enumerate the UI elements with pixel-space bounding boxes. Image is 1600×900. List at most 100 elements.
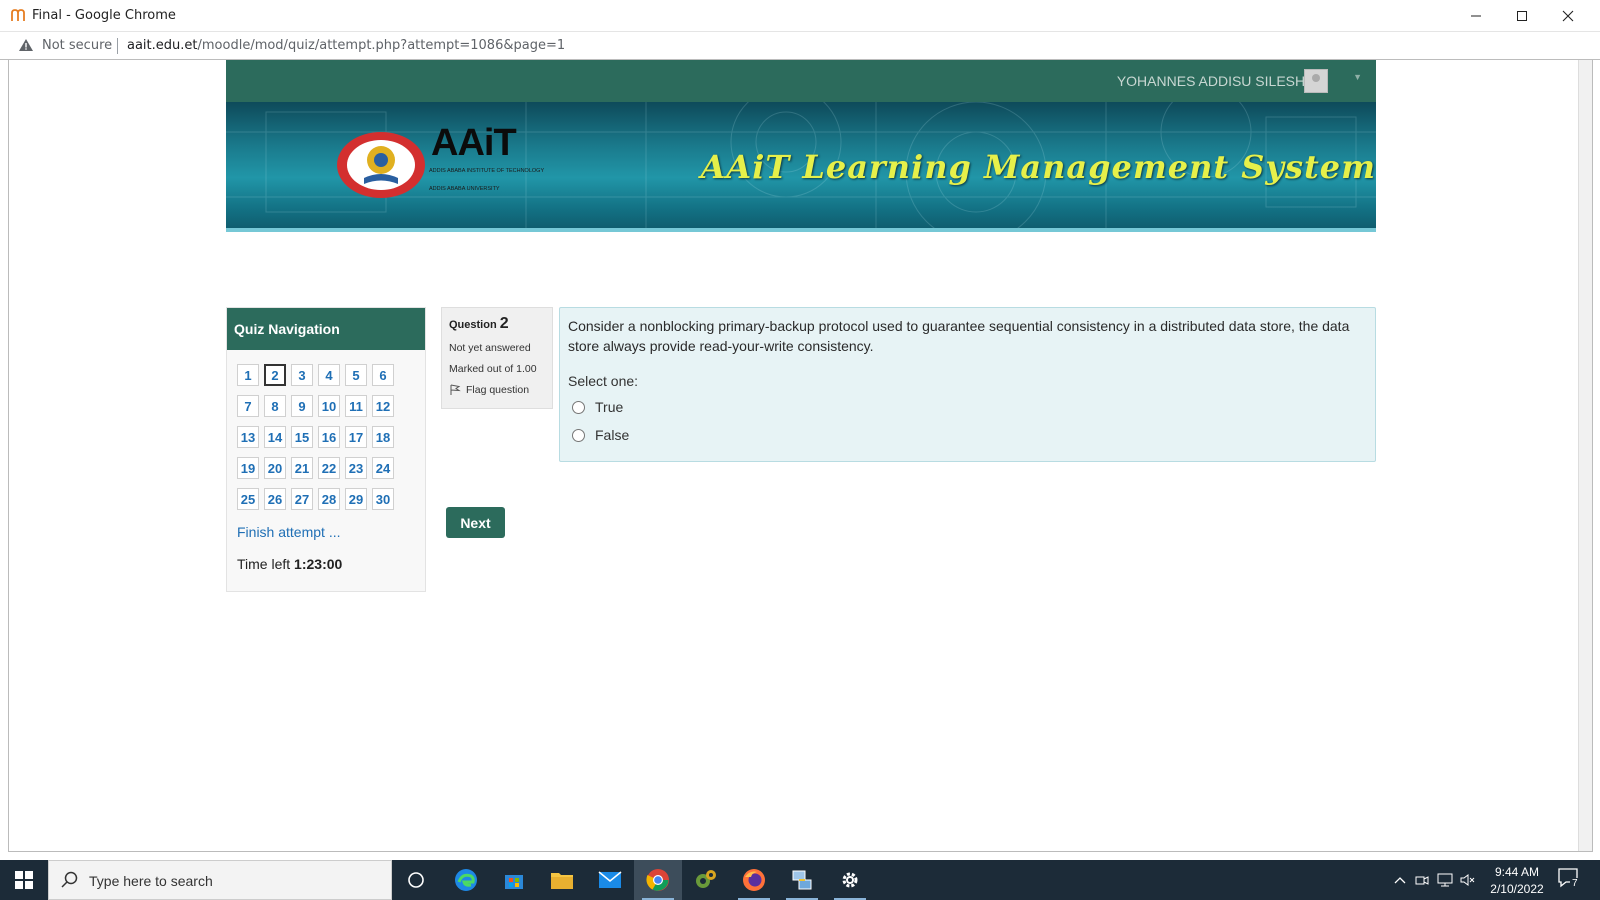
question-number: Question 2	[449, 315, 545, 333]
quiz-nav-button[interactable]: 28	[318, 488, 340, 510]
windows-taskbar: Type here to search 9:44 AM 2/10/2022 7	[0, 860, 1600, 900]
browser-title-bar: Final - Google Chrome	[0, 0, 1600, 32]
taskbar-file-explorer[interactable]	[538, 860, 586, 900]
quiz-nav-button[interactable]: 14	[264, 426, 286, 448]
taskbar-clock[interactable]: 9:44 AM 2/10/2022	[1478, 864, 1556, 898]
taskbar-chrome[interactable]	[634, 860, 682, 900]
maximize-icon	[1517, 11, 1527, 21]
quiz-nav-button[interactable]: 7	[237, 395, 259, 417]
avatar[interactable]	[1304, 69, 1328, 93]
question-button-grid: 1 2 3 4 5 6 7 8 9 10 11 12 13 14 15 16 17 18 19 20 21 22 23 24 2…	[237, 364, 394, 510]
taskbar-app-gears[interactable]	[682, 860, 730, 900]
chevron-down-icon[interactable]: ▼	[1353, 72, 1362, 82]
volume-tray[interactable]	[1458, 860, 1478, 900]
close-window-button[interactable]	[1545, 0, 1591, 32]
taskbar-edge[interactable]	[442, 860, 490, 900]
minimize-button[interactable]	[1453, 0, 1499, 32]
taskbar-search-box[interactable]: Type here to search	[48, 860, 392, 900]
moodle-favicon-icon	[11, 9, 25, 21]
quiz-nav-button[interactable]: 30	[372, 488, 394, 510]
quiz-nav-button[interactable]: 11	[345, 395, 367, 417]
quiz-nav-button[interactable]: 19	[237, 457, 259, 479]
minimize-icon	[1471, 15, 1481, 17]
quiz-nav-button[interactable]: 21	[291, 457, 313, 479]
vertical-scrollbar[interactable]	[1578, 60, 1592, 851]
quiz-nav-button[interactable]: 1	[237, 364, 259, 386]
edge-browser-icon	[455, 869, 477, 891]
quiz-nav-button[interactable]: 24	[372, 457, 394, 479]
quiz-nav-button[interactable]: 25	[237, 488, 259, 510]
quiz-nav-button[interactable]: 29	[345, 488, 367, 510]
quiz-nav-button[interactable]: 17	[345, 426, 367, 448]
taskbar-network-app[interactable]	[778, 860, 826, 900]
quiz-nav-button[interactable]: 5	[345, 364, 367, 386]
quiz-nav-button[interactable]: 4	[318, 364, 340, 386]
volume-muted-icon	[1460, 874, 1475, 886]
quiz-nav-button[interactable]: 22	[318, 457, 340, 479]
flag-icon	[450, 384, 461, 395]
radio-false[interactable]	[572, 428, 585, 442]
clock-date: 2/10/2022	[1490, 882, 1544, 896]
taskbar-store[interactable]	[490, 860, 538, 900]
taskbar-settings[interactable]	[826, 860, 874, 900]
site-banner: AAiT ADDIS ABABA INSTITUTE OF TECHNOLOGY…	[226, 102, 1376, 232]
next-page-button[interactable]: Next	[446, 507, 505, 538]
folder-icon	[551, 873, 573, 889]
radio-true[interactable]	[572, 400, 585, 414]
quiz-nav-button[interactable]: 12	[372, 395, 394, 417]
address-bar[interactable]: Not secure aait.edu.et/moodle/mod/quiz/a…	[0, 32, 1600, 60]
taskbar-mail[interactable]	[586, 860, 634, 900]
quiz-nav-button[interactable]: 6	[372, 364, 394, 386]
flag-question-toggle[interactable]: Flag question	[449, 384, 545, 396]
quiz-nav-button[interactable]: 10	[318, 395, 340, 417]
store-icon	[505, 875, 523, 889]
mail-icon	[598, 871, 622, 888]
url-text[interactable]: aait.edu.et/moodle/mod/quiz/attempt.php?…	[127, 38, 565, 53]
quiz-nav-button[interactable]: 2	[264, 364, 286, 386]
meet-now-tray[interactable]	[1412, 860, 1432, 900]
network-icon	[1437, 873, 1453, 887]
gear-icon	[842, 872, 858, 888]
question-state: Not yet answered	[449, 342, 531, 354]
chevron-up-icon	[1394, 877, 1406, 884]
windows-logo-icon	[15, 871, 33, 889]
quiz-navigation-block: Quiz Navigation 1 2 3 4 5 6 7 8 9 10 11 12 13 14 15 16 1…	[226, 307, 426, 592]
show-hidden-icons-button[interactable]	[1390, 860, 1410, 900]
quiz-nav-button[interactable]: 20	[264, 457, 286, 479]
address-separator	[117, 38, 118, 54]
question-number-value: 2	[499, 315, 509, 332]
question-info: Question 2 Not yet answered Marked out o…	[441, 307, 553, 409]
flag-question-label: Flag question	[466, 384, 530, 396]
security-label[interactable]: Not secure	[42, 38, 112, 53]
answer-label-true[interactable]: True	[595, 399, 623, 415]
quiz-nav-button[interactable]: 18	[372, 426, 394, 448]
moodle-navbar: YOHANNES ADDISU SILESHI ▼	[226, 60, 1376, 102]
quiz-nav-button[interactable]: 27	[291, 488, 313, 510]
quiz-nav-button[interactable]: 26	[264, 488, 286, 510]
aait-seal-logo	[337, 132, 425, 198]
quiz-nav-button[interactable]: 23	[345, 457, 367, 479]
maximize-button[interactable]	[1499, 0, 1545, 32]
brand-subtitle: ADDIS ABABA INSTITUTE OF TECHNOLOGY	[429, 168, 545, 174]
finish-attempt-link[interactable]: Finish attempt ...	[237, 524, 340, 540]
quiz-nav-button[interactable]: 9	[291, 395, 313, 417]
task-view-button[interactable]	[392, 860, 440, 900]
warning-icon[interactable]	[18, 38, 34, 52]
action-center-button[interactable]: 7	[1558, 868, 1584, 892]
page-viewport: YOHANNES ADDISU SILESHI ▼ AAiT ADDIS ABA…	[8, 60, 1593, 852]
start-button[interactable]	[0, 860, 48, 900]
question-grade: Marked out of 1.00	[449, 363, 537, 375]
quiz-nav-button[interactable]: 8	[264, 395, 286, 417]
clock-time: 9:44 AM	[1494, 865, 1540, 879]
taskbar-firefox[interactable]	[730, 860, 778, 900]
answer-option-false[interactable]: False	[568, 425, 1367, 445]
network-tray[interactable]	[1434, 860, 1456, 900]
gears-app-icon	[696, 870, 716, 888]
quiz-nav-button[interactable]: 13	[237, 426, 259, 448]
quiz-nav-button[interactable]: 15	[291, 426, 313, 448]
answer-option-true[interactable]: True	[568, 397, 1367, 417]
quiz-nav-button[interactable]: 3	[291, 364, 313, 386]
quiz-nav-button[interactable]: 16	[318, 426, 340, 448]
answer-label-false[interactable]: False	[595, 427, 629, 443]
user-menu-name[interactable]: YOHANNES ADDISU SILESHI	[1117, 73, 1309, 89]
